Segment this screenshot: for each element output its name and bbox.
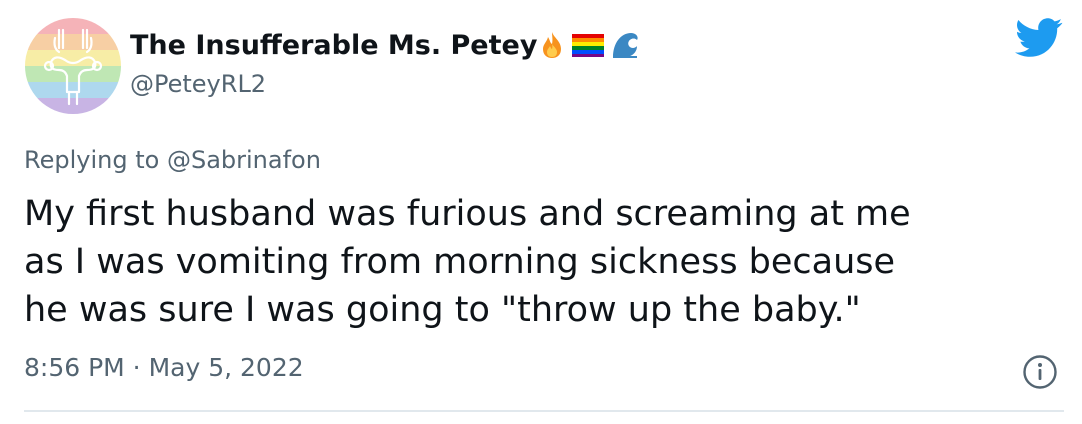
tweet-text-line: he was sure I was going to "throw up the…: [24, 290, 861, 330]
user-handle[interactable]: @PeteyRL2: [130, 70, 266, 98]
fire-emoji-icon: [537, 30, 567, 60]
rainbow-flag-emoji-icon: [571, 32, 605, 58]
tweet-text-line: as I was vomiting from morning sickness …: [24, 242, 896, 282]
reply-prefix: Replying to: [24, 146, 160, 174]
display-name-text[interactable]: The Insufferable Ms. Petey: [130, 30, 537, 61]
tweet-timestamp[interactable]: 8:56 PM · May 5, 2022: [24, 353, 304, 382]
wave-emoji-icon: [609, 29, 641, 61]
divider: [24, 410, 1064, 412]
tweet-text-line: My first husband was furious and screami…: [24, 194, 911, 234]
rainbow-avatar-icon: [25, 18, 121, 114]
display-name[interactable]: The Insufferable Ms. Petey: [130, 26, 641, 64]
reply-mention-link[interactable]: @Sabrinafon: [167, 146, 321, 174]
twitter-bird-icon[interactable]: [1015, 18, 1063, 58]
reply-context: Replying to @Sabrinafon: [24, 146, 321, 174]
tweet-text: My first husband was furious and screami…: [24, 190, 1064, 334]
info-icon[interactable]: [1022, 354, 1058, 390]
avatar[interactable]: [25, 18, 121, 114]
